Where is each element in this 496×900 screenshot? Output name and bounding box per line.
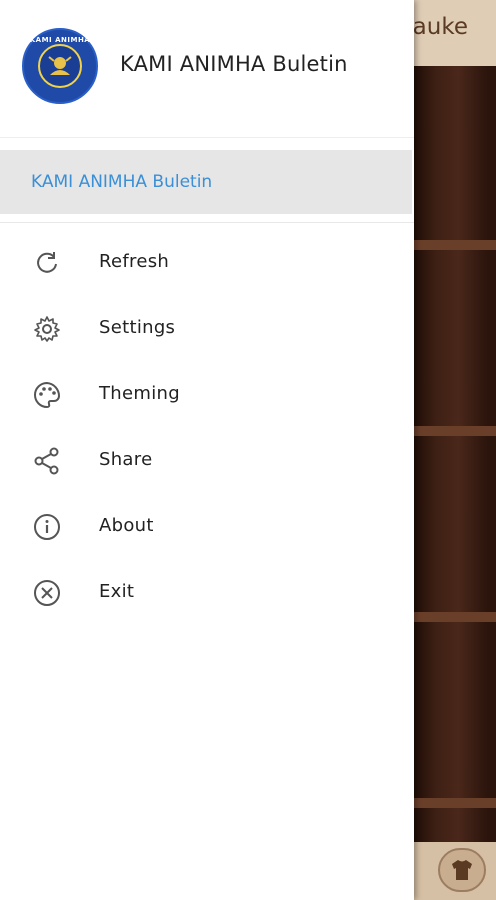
menu-item-exit[interactable]: Exit bbox=[0, 560, 414, 626]
bookshelf-slot bbox=[414, 66, 496, 250]
section-divider bbox=[0, 222, 414, 223]
logo-emblem-icon bbox=[48, 56, 72, 75]
bookshelf-slot bbox=[414, 622, 496, 808]
menu-item-label: Exit bbox=[99, 581, 135, 602]
background-app-title: auke bbox=[412, 14, 468, 40]
bookshelf-slot bbox=[414, 250, 496, 436]
shirt-icon bbox=[452, 860, 472, 880]
info-icon bbox=[32, 512, 62, 542]
menu-item-theming[interactable]: Theming bbox=[0, 362, 414, 428]
menu-item-label: Refresh bbox=[99, 251, 170, 272]
menu-item-label: Settings bbox=[99, 317, 176, 338]
bookshelf-slot bbox=[414, 808, 496, 842]
menu-item-label: Share bbox=[99, 449, 153, 470]
refresh-icon bbox=[32, 248, 62, 278]
drawer-title: KAMI ANIMHA Buletin bbox=[120, 52, 348, 76]
shirt-button[interactable] bbox=[438, 848, 486, 892]
bookshelf-slot bbox=[414, 436, 496, 622]
drawer-header: KAMI ANIMHA KAMI ANIMHA Buletin bbox=[0, 0, 414, 138]
menu-item-label: Theming bbox=[99, 383, 180, 404]
palette-icon bbox=[32, 380, 62, 410]
menu-item-about[interactable]: About bbox=[0, 494, 414, 560]
drawer-menu: Refresh Settings Theming Share About Exi… bbox=[0, 230, 414, 626]
menu-item-settings[interactable]: Settings bbox=[0, 296, 414, 362]
menu-item-label: About bbox=[99, 515, 154, 536]
navigation-drawer: KAMI ANIMHA KAMI ANIMHA Buletin KAMI ANI… bbox=[0, 0, 414, 900]
menu-item-share[interactable]: Share bbox=[0, 428, 414, 494]
nav-item-kami-animha-buletin[interactable]: KAMI ANIMHA Buletin bbox=[0, 150, 412, 214]
header-divider bbox=[0, 137, 414, 138]
logo-text: KAMI ANIMHA bbox=[29, 36, 91, 44]
gear-icon bbox=[32, 314, 62, 344]
menu-item-refresh[interactable]: Refresh bbox=[0, 230, 414, 296]
nav-item-label: KAMI ANIMHA Buletin bbox=[31, 172, 213, 192]
share-icon bbox=[32, 446, 62, 476]
close-circle-icon bbox=[32, 578, 62, 608]
app-logo: KAMI ANIMHA bbox=[22, 28, 98, 104]
